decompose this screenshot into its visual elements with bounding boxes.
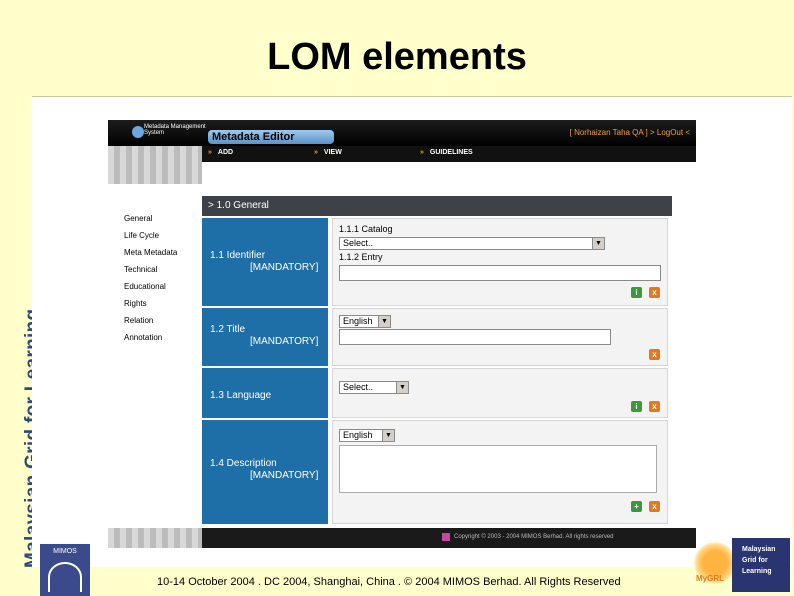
title-label: 1.2 Title [210, 324, 246, 335]
app-logo: Metadata Management System [128, 124, 214, 144]
arrow-icon: » [208, 149, 212, 156]
mimos-logo-text: MIMOS [53, 548, 77, 555]
sidebar-item-technical[interactable]: Technical [124, 261, 177, 278]
sidebar-item-life-cycle[interactable]: Life Cycle [124, 227, 177, 244]
arrow-icon: » [314, 149, 318, 156]
language-label-cell: 1.3 Language [202, 368, 328, 418]
language-field-cell: Select.. ▼ i x [332, 368, 668, 418]
identifier-label: 1.1 Identifier [210, 250, 266, 261]
chevron-down-icon: ▼ [396, 382, 408, 393]
title-mandatory: [MANDATORY] [250, 336, 319, 347]
nav-add[interactable]: » ADD [208, 149, 233, 156]
mygrid-text-box: Malaysian Grid for Learning [732, 538, 790, 592]
app-footer: Copyright © 2003 - 2004 MIMOS Berhad. Al… [108, 528, 696, 548]
info-icon[interactable]: i [631, 287, 642, 298]
mygrid-line-2: Grid for [742, 557, 768, 564]
mygrid-line-1: Malaysian [742, 546, 776, 553]
description-row: 1.4 Description [MANDATORY] English ▼ + … [202, 420, 672, 524]
chevron-down-icon: ▼ [592, 238, 604, 249]
description-label: 1.4 Description [210, 458, 277, 469]
nav-guidelines[interactable]: » GUIDELINES [420, 149, 473, 156]
logout-link[interactable]: [ Norhaizan Taha QA ] > LogOut < [570, 128, 690, 137]
app-copyright: Copyright © 2003 - 2004 MIMOS Berhad. Al… [454, 534, 614, 540]
nav-bar: » ADD » VIEW » GUIDELINES [202, 146, 696, 162]
add-icon[interactable]: + [631, 501, 642, 512]
description-mandatory: [MANDATORY] [250, 470, 319, 481]
description-language-select[interactable]: English ▼ [339, 429, 395, 442]
delete-icon[interactable]: x [649, 349, 660, 360]
identifier-row: 1.1 Identifier [MANDATORY] 1.1.1 Catalog… [202, 218, 672, 306]
sidebar-item-meta-metadata[interactable]: Meta Metadata [124, 244, 177, 261]
catalog-label: 1.1.1 Catalog [339, 224, 393, 234]
sidebar-item-educational[interactable]: Educational [124, 278, 177, 295]
sidebar-item-annotation[interactable]: Annotation [124, 329, 177, 346]
sidebar-item-relation[interactable]: Relation [124, 312, 177, 329]
copyright-icon [442, 533, 450, 541]
mygrid-logo: MyGRL Malaysian Grid for Learning [674, 536, 794, 596]
identifier-mandatory: [MANDATORY] [250, 262, 319, 273]
app-logo-text: Metadata Management System [144, 124, 206, 136]
footer-pattern-strip [108, 528, 202, 548]
nav-view[interactable]: » VIEW [314, 149, 342, 156]
mygrid-mark: MyGRL [696, 574, 724, 583]
entry-label: 1.1.2 Entry [339, 252, 383, 262]
globe-icon [132, 126, 144, 138]
chevron-down-icon: ▼ [382, 430, 394, 441]
description-textarea[interactable] [339, 445, 657, 493]
slide-footer: 10-14 October 2004 . DC 2004, Shanghai, … [157, 576, 621, 588]
title-input[interactable] [339, 329, 611, 345]
catalog-select[interactable]: Select.. ▼ [339, 237, 605, 250]
delete-icon[interactable]: x [649, 501, 660, 512]
sidebar: General Life Cycle Meta Metadata Technic… [124, 210, 177, 346]
title-row: 1.2 Title [MANDATORY] English ▼ x [202, 308, 672, 366]
header-pattern-strip [108, 146, 202, 184]
delete-icon[interactable]: x [649, 401, 660, 412]
metadata-editor-window: Metadata Management System Metadata Edit… [108, 120, 696, 548]
section-heading-general: > 1.0 General [202, 196, 672, 216]
app-title: Metadata Editor [208, 130, 334, 144]
form-panel: > 1.0 General 1.1 Identifier [MANDATORY]… [202, 196, 672, 526]
arrow-icon: » [420, 149, 424, 156]
sidebar-item-rights[interactable]: Rights [124, 295, 177, 312]
language-select[interactable]: Select.. ▼ [339, 381, 409, 394]
sidebar-item-general[interactable]: General [124, 210, 177, 227]
info-icon[interactable]: i [631, 401, 642, 412]
entry-input[interactable] [339, 265, 661, 281]
mimos-logo: MIMOS [40, 544, 90, 596]
language-label: 1.3 Language [210, 390, 272, 401]
app-header: Metadata Management System Metadata Edit… [108, 120, 696, 146]
description-label-cell: 1.4 Description [MANDATORY] [202, 420, 328, 524]
mygrid-line-3: Learning [742, 568, 772, 575]
identifier-label-cell: 1.1 Identifier [MANDATORY] [202, 218, 328, 306]
title-label-cell: 1.2 Title [MANDATORY] [202, 308, 328, 366]
chevron-down-icon: ▼ [378, 316, 390, 327]
language-row: 1.3 Language Select.. ▼ i x [202, 368, 672, 418]
title-field-cell: English ▼ x [332, 308, 668, 366]
identifier-field-cell: 1.1.1 Catalog Select.. ▼ 1.1.2 Entry i x [332, 218, 668, 306]
delete-icon[interactable]: x [649, 287, 660, 298]
description-field-cell: English ▼ + x [332, 420, 668, 524]
slide-title: LOM elements [267, 36, 527, 78]
mimos-arc-icon [48, 562, 82, 592]
title-language-select[interactable]: English ▼ [339, 315, 391, 328]
